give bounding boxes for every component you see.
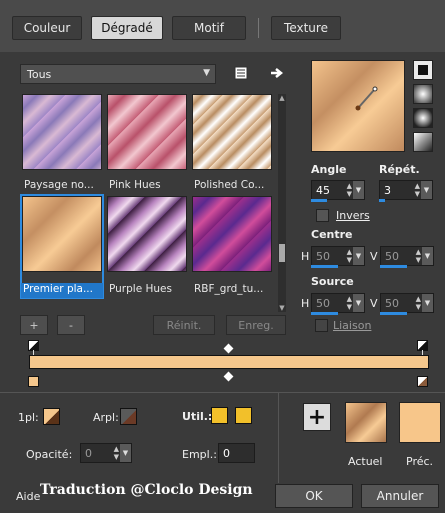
tab-motif[interactable]: Motif (172, 16, 246, 40)
linear-style-button[interactable] (413, 60, 433, 80)
foreground-color-stop[interactable] (28, 376, 39, 387)
gradient-thumb-label: RBF_grd_tu... (194, 283, 264, 295)
gradient-thumb-pink-hues[interactable] (107, 94, 187, 170)
watermark-text: Traduction @Cloclo Design (40, 482, 253, 498)
background-color-stop[interactable] (417, 376, 428, 387)
gradient-thumb-label: Polished Co... (194, 179, 265, 191)
invert-checkbox[interactable] (316, 209, 329, 222)
arrow-right-icon[interactable] (268, 64, 286, 82)
foreground-label: 1pl: (18, 411, 39, 424)
angle-spinbox[interactable]: 45 ▲ ▼ ▼ (311, 180, 365, 200)
chevron-down-icon: ▼ (203, 68, 210, 78)
scroll-down-icon[interactable]: ▼ (278, 304, 286, 312)
center-v-value: 50 (385, 249, 399, 263)
source-v-value: 50 (385, 296, 399, 310)
source-h-spinbox[interactable]: 50 ▲ ▼ ▼ (311, 293, 365, 313)
gradient-thumb-polished-copper[interactable] (192, 94, 272, 170)
location-field[interactable]: 0 (218, 443, 255, 463)
tab-texture[interactable]: Texture (271, 16, 341, 40)
add-gradient-button[interactable]: + (20, 315, 48, 335)
scroll-thumb[interactable] (279, 244, 285, 262)
gradient-thumb-label: Purple Hues (109, 283, 172, 295)
help-link[interactable]: Aide (16, 490, 40, 503)
repeat-value: 3 (384, 183, 391, 197)
gradient-preview[interactable] (311, 60, 405, 152)
source-h-value: 50 (316, 296, 330, 310)
tab-separator (258, 18, 259, 38)
user-color-swatch-alt[interactable] (235, 407, 252, 424)
angle-slider[interactable] (311, 199, 327, 202)
chevron-down-icon[interactable]: ▼ (421, 181, 432, 199)
scroll-up-icon[interactable]: ▲ (278, 94, 286, 102)
link-checkbox[interactable] (315, 319, 328, 332)
gradient-thumb-premier-plan[interactable] (22, 196, 102, 272)
center-h-slider[interactable] (311, 265, 338, 268)
source-v-slider[interactable] (380, 312, 407, 315)
location-value: 0 (223, 446, 230, 460)
foreground-stop-swatch[interactable] (43, 408, 60, 425)
thumbnail-scrollbar[interactable]: ▲ ▼ (278, 94, 286, 312)
angle-value: 45 (316, 183, 330, 197)
radial-style-button[interactable] (413, 108, 433, 128)
background-label: Arpl: (93, 411, 119, 424)
center-v-spinbox[interactable]: 50 ▲ ▼ ▼ (380, 246, 434, 266)
repeat-spinbox[interactable]: 3 ▲ ▼ ▼ (379, 180, 433, 200)
ok-button[interactable]: OK (275, 484, 353, 508)
center-v-label: V (370, 250, 378, 263)
source-label: Source (311, 275, 354, 288)
repeat-label: Répét. (379, 163, 420, 176)
sunburst-style-button[interactable] (413, 132, 433, 152)
gradient-thumb-label: Pink Hues (109, 179, 161, 191)
opacity-label: Opacité: (26, 448, 73, 461)
invert-label: Invers (336, 209, 370, 222)
tab-bar: Couleur Dégradé Motif Texture (0, 0, 445, 52)
center-label: Centre (311, 228, 353, 241)
opacity-value: 0 (85, 446, 92, 460)
gradient-thumb-label: Premier pla... (21, 283, 103, 298)
gradient-thumb-rbf[interactable] (192, 196, 272, 272)
panel-divider (278, 393, 279, 483)
rectangular-style-button[interactable] (413, 84, 433, 104)
add-swatch-button[interactable]: + (303, 403, 331, 431)
current-label: Actuel (348, 455, 383, 468)
repeat-slider[interactable] (379, 199, 385, 202)
source-v-spinbox[interactable]: 50 ▲ ▼ ▼ (380, 293, 434, 313)
center-h-value: 50 (316, 249, 330, 263)
source-h-slider[interactable] (311, 312, 338, 315)
gradient-list-view-icon[interactable] (232, 64, 250, 82)
background-stop-swatch[interactable] (120, 408, 137, 425)
remove-gradient-button[interactable]: - (57, 315, 85, 335)
chevron-down-icon[interactable]: ▼ (353, 181, 364, 199)
gradient-thumb-paysage[interactable] (22, 94, 102, 170)
previous-label: Préc. (406, 455, 434, 468)
angle-handle-icon[interactable] (312, 61, 406, 153)
save-gradient-button[interactable]: Enreg. (226, 315, 286, 335)
angle-label: Angle (311, 163, 347, 176)
opacity-spinbox[interactable]: 0 ▲ ▼ ▼ (80, 443, 132, 463)
user-color-label: Util.: (182, 410, 213, 423)
user-color-swatch[interactable] (211, 407, 228, 424)
tab-degrade[interactable]: Dégradé (91, 16, 163, 40)
spin-arrows-icon[interactable]: ▲ ▼ (347, 182, 352, 198)
center-v-slider[interactable] (380, 265, 407, 268)
cancel-button[interactable]: Annuler (361, 484, 439, 508)
current-color-swatch[interactable] (345, 402, 387, 443)
source-v-label: V (370, 297, 378, 310)
gradient-category-value: Tous (27, 67, 52, 81)
location-label: Empl.: (182, 448, 217, 461)
reset-button[interactable]: Réinit. (153, 315, 215, 335)
link-label: Liaison (333, 319, 372, 332)
gradient-thumb-purple-hues[interactable] (107, 196, 187, 272)
gradient-thumb-label: Paysage no... (24, 179, 94, 191)
center-h-spinbox[interactable]: 50 ▲ ▼ ▼ (311, 246, 365, 266)
gradient-bar[interactable] (29, 355, 429, 369)
spin-arrows-icon[interactable]: ▲ ▼ (415, 182, 420, 198)
center-h-label: H (301, 250, 310, 263)
gradient-category-select[interactable]: Tous ▼ (20, 64, 216, 84)
tab-couleur[interactable]: Couleur (12, 16, 82, 40)
previous-color-swatch[interactable] (399, 402, 441, 443)
source-h-label: H (301, 297, 310, 310)
